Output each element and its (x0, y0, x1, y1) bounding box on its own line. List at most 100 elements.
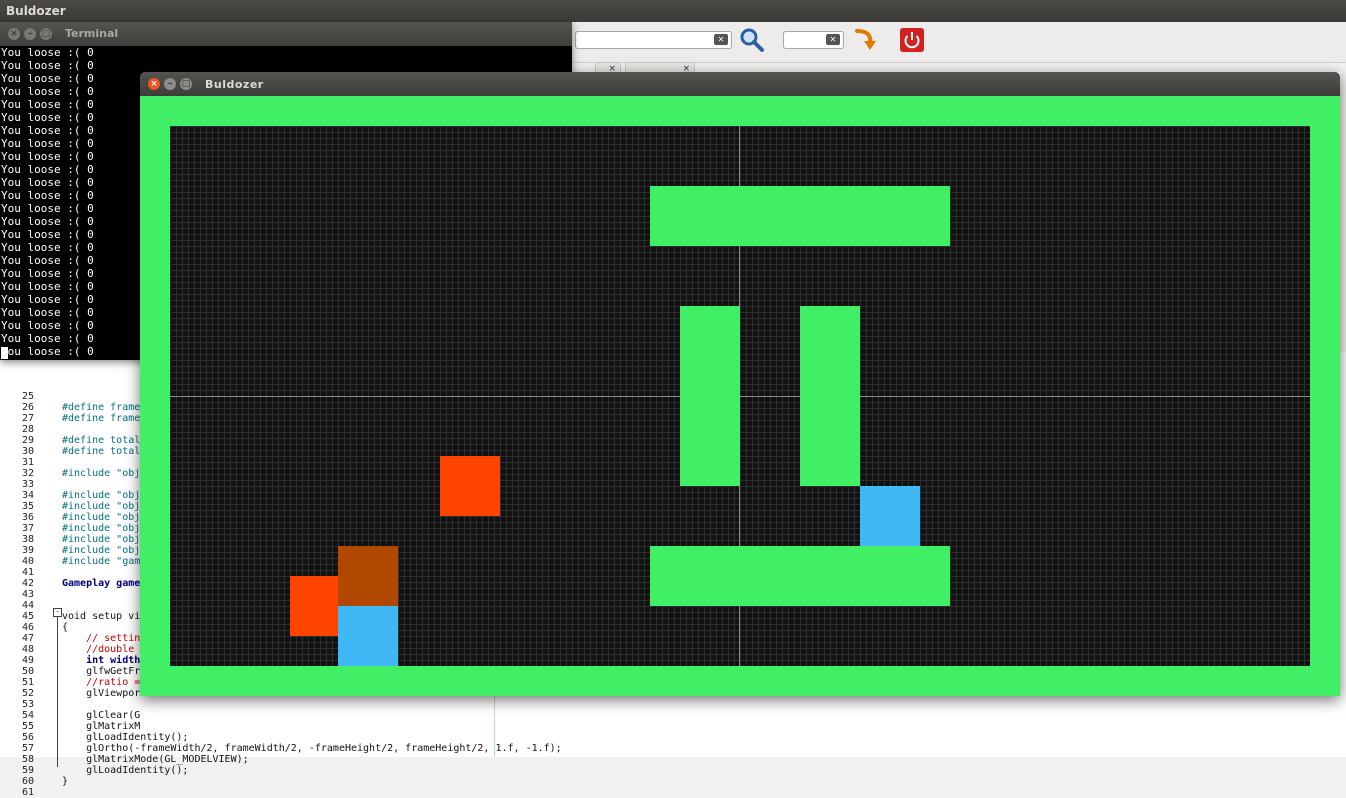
terminal-title-bar[interactable]: × – □ Terminal (0, 22, 572, 46)
clear-icon[interactable]: ✕ (714, 34, 728, 45)
code-line[interactable]: #include "obj (62, 468, 140, 479)
close-icon[interactable]: × (8, 28, 20, 40)
code-line[interactable]: #include "obj (62, 523, 140, 534)
code-line[interactable]: //double (62, 644, 134, 655)
code-line[interactable]: #include "obj (62, 490, 140, 501)
line-number: 41 (21, 567, 34, 578)
line-number: 46 (21, 622, 34, 633)
code-line[interactable]: glOrtho(-frameWidth/2, frameWidth/2, -fr… (62, 743, 562, 754)
box-block (338, 546, 398, 606)
minimize-icon[interactable]: – (164, 78, 176, 90)
wall-block (650, 186, 950, 246)
desktop-title-bar: Buldozer (0, 0, 1346, 22)
code-line[interactable]: #include "gam (62, 556, 140, 567)
desktop-title: Buldozer (6, 4, 66, 18)
jump-arrow-icon[interactable] (852, 27, 878, 53)
game-title-bar[interactable]: × – □ Buldozer (140, 72, 1340, 97)
code-line[interactable]: glMatrixM (62, 721, 140, 732)
line-number: 57 (21, 743, 34, 754)
line-number: 25 (21, 391, 34, 402)
line-number: 29 (21, 435, 34, 446)
code-line[interactable]: Gameplay game (62, 578, 140, 589)
line-number: 52 (21, 688, 34, 699)
code-line[interactable]: glMatrixMode(GL_MODELVIEW); (62, 754, 249, 765)
line-number: 58 (21, 754, 34, 765)
fold-guide (57, 617, 58, 767)
maximize-icon[interactable]: □ (40, 28, 52, 40)
code-line[interactable]: #define total (62, 446, 140, 457)
minimize-icon[interactable]: – (24, 28, 36, 40)
terminal-line: You loose :( 0 (1, 59, 94, 72)
code-line[interactable]: glfwGetFr (62, 666, 140, 677)
line-number: 37 (21, 523, 34, 534)
line-number: 27 (21, 413, 34, 424)
line-number: 31 (21, 457, 34, 468)
target-block (290, 576, 338, 636)
line-number: 56 (21, 732, 34, 743)
line-number: 36 (21, 512, 34, 523)
player-block (860, 486, 920, 546)
code-line[interactable]: #include "obj (62, 501, 140, 512)
wall-block (680, 306, 740, 486)
line-number: 60 (21, 776, 34, 787)
game-window: × – □ Buldozer (140, 72, 1340, 696)
line-number: 38 (21, 534, 34, 545)
line-number: 33 (21, 479, 34, 490)
player-block (338, 606, 398, 666)
clear-icon[interactable]: ✕ (826, 34, 840, 45)
line-number: 39 (21, 545, 34, 556)
code-line[interactable]: { (62, 622, 68, 633)
code-line[interactable]: //ratio = (62, 677, 140, 688)
wall-block (800, 306, 860, 486)
line-number: 32 (21, 468, 34, 479)
code-line[interactable]: } (62, 776, 68, 787)
game-canvas[interactable] (140, 96, 1340, 696)
line-number: 53 (21, 699, 34, 710)
code-line[interactable]: int width (62, 655, 140, 666)
line-number: 34 (21, 490, 34, 501)
code-line[interactable]: #define frame (62, 413, 140, 424)
fold-collapse-icon[interactable]: - (53, 608, 62, 617)
line-number: 59 (21, 765, 34, 776)
line-number: 49 (21, 655, 34, 666)
line-number: 61 (21, 787, 34, 798)
goto-line-input[interactable]: ✕ (783, 31, 844, 49)
line-number: 50 (21, 666, 34, 677)
wall-block (650, 546, 950, 606)
power-icon[interactable] (899, 27, 925, 53)
maximize-icon[interactable]: □ (180, 78, 192, 90)
line-number: 51 (21, 677, 34, 688)
line-number: 45 (21, 611, 34, 622)
search-icon[interactable] (739, 27, 765, 53)
code-line[interactable]: #include "obj (62, 545, 140, 556)
code-line[interactable]: glViewpor (62, 688, 140, 699)
line-number: 30 (21, 446, 34, 457)
horizontal-axis-line (170, 396, 1310, 397)
line-number: 28 (21, 424, 34, 435)
terminal-cursor (1, 347, 8, 359)
terminal-title: Terminal (65, 27, 119, 40)
code-line[interactable]: glLoadIdentity(); (62, 765, 188, 776)
line-number: 35 (21, 501, 34, 512)
code-line[interactable]: #define total (62, 435, 140, 446)
code-line[interactable]: #include "obj (62, 512, 140, 523)
code-line[interactable]: void setup vi (62, 611, 140, 622)
line-number: 44 (21, 600, 34, 611)
line-number: 40 (21, 556, 34, 567)
line-number: 48 (21, 644, 34, 655)
line-number: 43 (21, 589, 34, 600)
game-grid (170, 126, 1310, 666)
search-input[interactable]: ✕ (575, 31, 732, 49)
line-number: 55 (21, 721, 34, 732)
code-line[interactable]: glLoadIdentity(); (62, 732, 188, 743)
code-line[interactable]: #define frame (62, 402, 140, 413)
game-title: Buldozer (205, 78, 264, 91)
line-number: 54 (21, 710, 34, 721)
code-line[interactable]: #include "obj (62, 534, 140, 545)
line-number: 26 (21, 402, 34, 413)
line-number: 42 (21, 578, 34, 589)
line-number: 47 (21, 633, 34, 644)
code-line[interactable]: // settin (62, 633, 140, 644)
code-line[interactable]: glClear(G (62, 710, 140, 721)
close-icon[interactable]: × (148, 78, 160, 90)
